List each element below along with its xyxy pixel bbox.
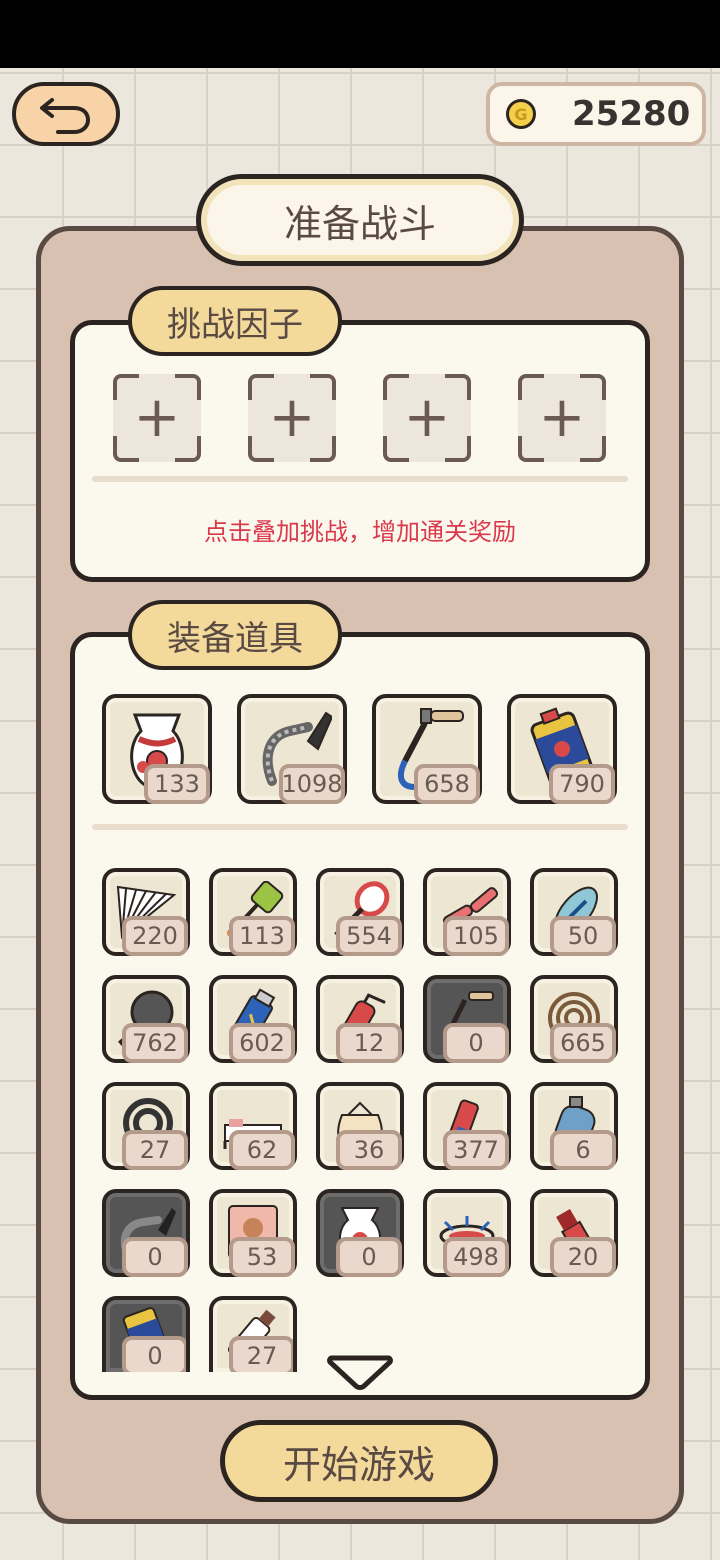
page-title-text: 准备战斗 bbox=[283, 201, 436, 246]
item-count: 6 bbox=[550, 1130, 616, 1170]
item-count: 498 bbox=[443, 1237, 509, 1277]
plus-icon: + bbox=[538, 385, 586, 450]
inventory-item-bottle[interactable]: 27 bbox=[209, 1296, 297, 1372]
inventory-item-fire-extinguisher[interactable]: 12 bbox=[316, 975, 404, 1063]
inventory-item-flip-flop[interactable]: 50 bbox=[530, 868, 618, 956]
item-count: 790 bbox=[549, 764, 615, 804]
item-count: 0 bbox=[122, 1237, 188, 1277]
plus-icon: + bbox=[268, 385, 316, 450]
challenge-slot-1[interactable]: + bbox=[113, 374, 201, 462]
scroll-down-icon[interactable] bbox=[324, 1352, 396, 1392]
inventory-item-vacuum[interactable]: 0 bbox=[102, 1189, 190, 1277]
inventory-item-sack[interactable]: 36 bbox=[316, 1082, 404, 1170]
featured-item-vase[interactable]: 133 bbox=[102, 694, 212, 804]
item-count: 377 bbox=[443, 1130, 509, 1170]
inventory-item-firecracker[interactable]: 377 bbox=[423, 1082, 511, 1170]
item-count: 133 bbox=[144, 764, 210, 804]
inventory-item-nunchucks[interactable]: 105 bbox=[423, 868, 511, 956]
plus-icon: + bbox=[403, 385, 451, 450]
inventory-item-lipstick[interactable]: 20 bbox=[530, 1189, 618, 1277]
equip-label-text: 装备道具 bbox=[167, 618, 303, 659]
item-count: 658 bbox=[414, 764, 480, 804]
item-count: 105 bbox=[443, 916, 509, 956]
item-count: 665 bbox=[550, 1023, 616, 1063]
inventory-item-electric-racket[interactable]: 498 bbox=[423, 1189, 511, 1277]
challenge-slot-3[interactable]: + bbox=[383, 374, 471, 462]
featured-item-bug-spray-can[interactable]: 790 bbox=[507, 694, 617, 804]
item-count: 0 bbox=[443, 1023, 509, 1063]
item-count: 1098 bbox=[279, 764, 345, 804]
item-count: 20 bbox=[550, 1237, 616, 1277]
featured-item-vacuum[interactable]: 1098 bbox=[237, 694, 347, 804]
item-count: 27 bbox=[229, 1336, 293, 1372]
coin-count: 25280 bbox=[572, 94, 691, 134]
coin-symbol: G bbox=[514, 104, 528, 124]
challenge-label: 挑战因子 bbox=[128, 286, 342, 356]
equip-divider bbox=[92, 824, 628, 830]
inventory-item-tennis-racket[interactable]: 554 bbox=[316, 868, 404, 956]
challenge-slot-2[interactable]: + bbox=[248, 374, 336, 462]
inventory-item-bug-spray-can[interactable]: 0 bbox=[102, 1296, 190, 1372]
featured-item-plunger[interactable]: 658 bbox=[372, 694, 482, 804]
item-count: 554 bbox=[336, 916, 402, 956]
inventory-item-fan[interactable]: 220 bbox=[102, 868, 190, 956]
back-button[interactable] bbox=[12, 82, 120, 146]
item-count: 602 bbox=[229, 1023, 295, 1063]
inventory-item-spray-can[interactable]: 602 bbox=[209, 975, 297, 1063]
item-count: 220 bbox=[122, 916, 188, 956]
inventory-item-vase[interactable]: 0 bbox=[316, 1189, 404, 1277]
item-count: 36 bbox=[336, 1130, 402, 1170]
challenge-label-text: 挑战因子 bbox=[167, 304, 303, 345]
inventory-item-gas-tank[interactable]: 6 bbox=[530, 1082, 618, 1170]
coin-balance: G 25280 bbox=[486, 82, 706, 146]
inventory-item-frying-pan[interactable]: 762 bbox=[102, 975, 190, 1063]
inventory-item-plunger[interactable]: 0 bbox=[423, 975, 511, 1063]
inventory-item-bed[interactable]: 62 bbox=[209, 1082, 297, 1170]
item-count: 12 bbox=[336, 1023, 402, 1063]
back-arrow-icon bbox=[40, 98, 91, 134]
item-count: 0 bbox=[336, 1237, 402, 1277]
inventory-item-mosquito-coil[interactable]: 665 bbox=[530, 975, 618, 1063]
item-count: 762 bbox=[122, 1023, 188, 1063]
start-game-label: 开始游戏 bbox=[282, 1442, 435, 1487]
inventory-item-bear-card[interactable]: 53 bbox=[209, 1189, 297, 1277]
item-count: 113 bbox=[229, 916, 295, 956]
status-bar bbox=[0, 0, 720, 68]
item-count: 62 bbox=[229, 1130, 295, 1170]
item-count: 27 bbox=[122, 1130, 188, 1170]
inventory-item-coil[interactable]: 27 bbox=[102, 1082, 190, 1170]
page-title: 准备战斗 bbox=[196, 174, 524, 266]
plus-icon: + bbox=[133, 385, 181, 450]
start-game-button[interactable]: 开始游戏 bbox=[220, 1420, 498, 1502]
challenge-slot-4[interactable]: + bbox=[518, 374, 606, 462]
equip-label: 装备道具 bbox=[128, 600, 342, 670]
item-count: 53 bbox=[229, 1237, 295, 1277]
inventory-item-fly-swatter[interactable]: 113 bbox=[209, 868, 297, 956]
challenge-hint: 点击叠加挑战，增加通关奖励 bbox=[204, 518, 516, 546]
item-count: 50 bbox=[550, 916, 616, 956]
challenge-divider bbox=[92, 476, 628, 482]
item-count: 0 bbox=[122, 1336, 186, 1372]
coin-icon: G bbox=[506, 99, 536, 129]
